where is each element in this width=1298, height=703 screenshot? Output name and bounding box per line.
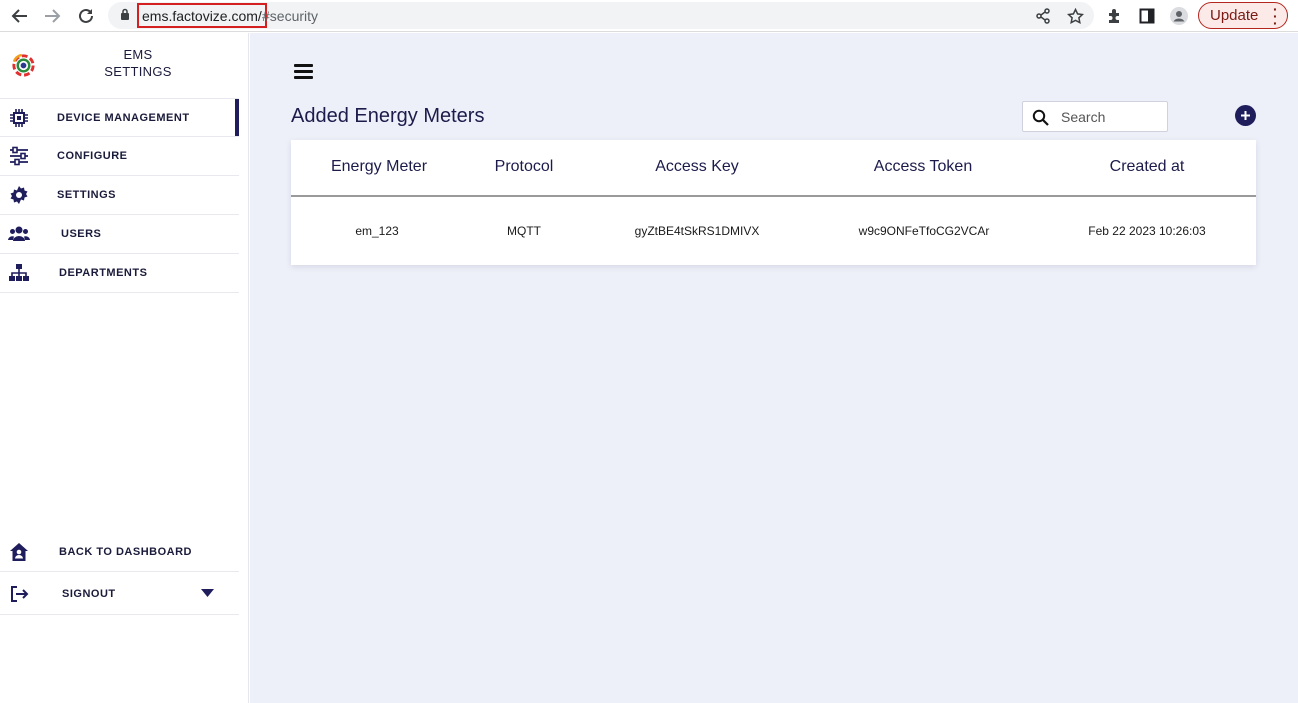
- sidebar-item-label: BACK TO DASHBOARD: [59, 546, 192, 558]
- back-button[interactable]: [8, 4, 32, 28]
- column-header-created-at[interactable]: Created at: [1110, 158, 1185, 176]
- cell-protocol: MQTT: [507, 224, 541, 238]
- star-icon: [1066, 7, 1084, 24]
- url-path: #security: [262, 8, 319, 24]
- sidebar-item-label: DEVICE MANAGEMENT: [57, 111, 190, 124]
- cell-access-token: w9c9ONFeTfoCG2VCAr: [858, 224, 990, 238]
- energy-meters-table: Energy Meter Protocol Access Key Access …: [291, 140, 1256, 265]
- side-panel-button[interactable]: [1136, 5, 1158, 27]
- plus-icon: [1241, 111, 1250, 120]
- users-icon: [8, 223, 30, 245]
- search-input[interactable]: [1061, 107, 1161, 127]
- url-domain: ems.factovize.com/: [137, 3, 267, 28]
- update-label: Update: [1210, 7, 1259, 24]
- cell-access-key: gyZtBE4tSkRS1DMIVX: [634, 224, 760, 238]
- cell-created-at: Feb 22 2023 10:26:03: [1088, 224, 1206, 238]
- search-box[interactable]: [1022, 101, 1168, 132]
- sidebar-item-users[interactable]: USERS: [0, 215, 239, 254]
- signout-icon: [8, 583, 30, 605]
- sidebar-item-back-to-dashboard[interactable]: BACK TO DASHBOARD: [0, 533, 239, 572]
- brand-line-1: EMS: [123, 47, 153, 62]
- sidebar-item-departments[interactable]: DEPARTMENTS: [0, 254, 239, 293]
- browser-toolbar: ems.factovize.com/ #security Update · · ·: [0, 0, 1298, 32]
- reload-button[interactable]: [74, 4, 98, 28]
- update-button[interactable]: Update · · ·: [1198, 1, 1288, 31]
- column-header-protocol[interactable]: Protocol: [495, 158, 554, 176]
- sidebar-item-device-management[interactable]: DEVICE MANAGEMENT: [0, 98, 239, 137]
- sidebar: EMS SETTINGS DEVICE MANAGEMENT CONFIGURE…: [0, 33, 249, 703]
- profile-icon: [1170, 7, 1188, 25]
- share-icon: [1036, 8, 1050, 24]
- table-header: Energy Meter Protocol Access Key Access …: [291, 140, 1256, 197]
- search-icon: [1032, 109, 1049, 126]
- sidebar-item-label: SETTINGS: [57, 189, 117, 201]
- sidebar-item-settings[interactable]: SETTINGS: [0, 176, 239, 215]
- column-header-access-token[interactable]: Access Token: [874, 158, 972, 176]
- share-button[interactable]: [1032, 5, 1054, 27]
- gear-icon: [8, 184, 30, 206]
- sidebar-item-label: USERS: [61, 228, 102, 240]
- sidebar-item-signout[interactable]: SIGNOUT: [0, 573, 239, 615]
- arrow-right-icon: [45, 9, 61, 23]
- home-user-icon: [8, 541, 30, 563]
- more-vert-icon: · · ·: [1273, 1, 1278, 31]
- add-energy-meter-button[interactable]: [1235, 105, 1256, 126]
- brand-line-2: SETTINGS: [104, 64, 172, 79]
- sidebar-brand: EMS SETTINGS: [80, 46, 196, 80]
- reload-icon: [79, 8, 93, 23]
- page-title: Added Energy Meters: [291, 105, 485, 127]
- lock-icon: [121, 8, 129, 20]
- profile-button[interactable]: [1168, 5, 1190, 27]
- column-header-energy-meter[interactable]: Energy Meter: [331, 158, 427, 176]
- forward-button[interactable]: [40, 4, 64, 28]
- caret-down-icon[interactable]: [201, 589, 214, 597]
- arrow-left-icon: [11, 9, 27, 23]
- chip-icon: [8, 107, 30, 129]
- sidebar-item-label: DEPARTMENTS: [59, 267, 148, 279]
- main-content: Added Energy Meters Energy Meter Protoco…: [250, 33, 1298, 703]
- column-header-access-key[interactable]: Access Key: [655, 158, 739, 176]
- cell-energy-meter: em_123: [355, 224, 399, 238]
- menu-toggle-icon[interactable]: [294, 64, 313, 80]
- sidebar-item-label: CONFIGURE: [57, 150, 128, 162]
- org-chart-icon: [8, 262, 30, 284]
- sliders-icon: [8, 145, 30, 167]
- extensions-button[interactable]: [1103, 5, 1125, 27]
- sidebar-item-label: SIGNOUT: [62, 587, 116, 600]
- side-panel-icon: [1139, 8, 1155, 24]
- sidebar-item-configure[interactable]: CONFIGURE: [0, 137, 239, 176]
- bookmark-button[interactable]: [1064, 5, 1086, 27]
- ems-logo: [12, 53, 35, 77]
- puzzle-icon: [1108, 8, 1119, 23]
